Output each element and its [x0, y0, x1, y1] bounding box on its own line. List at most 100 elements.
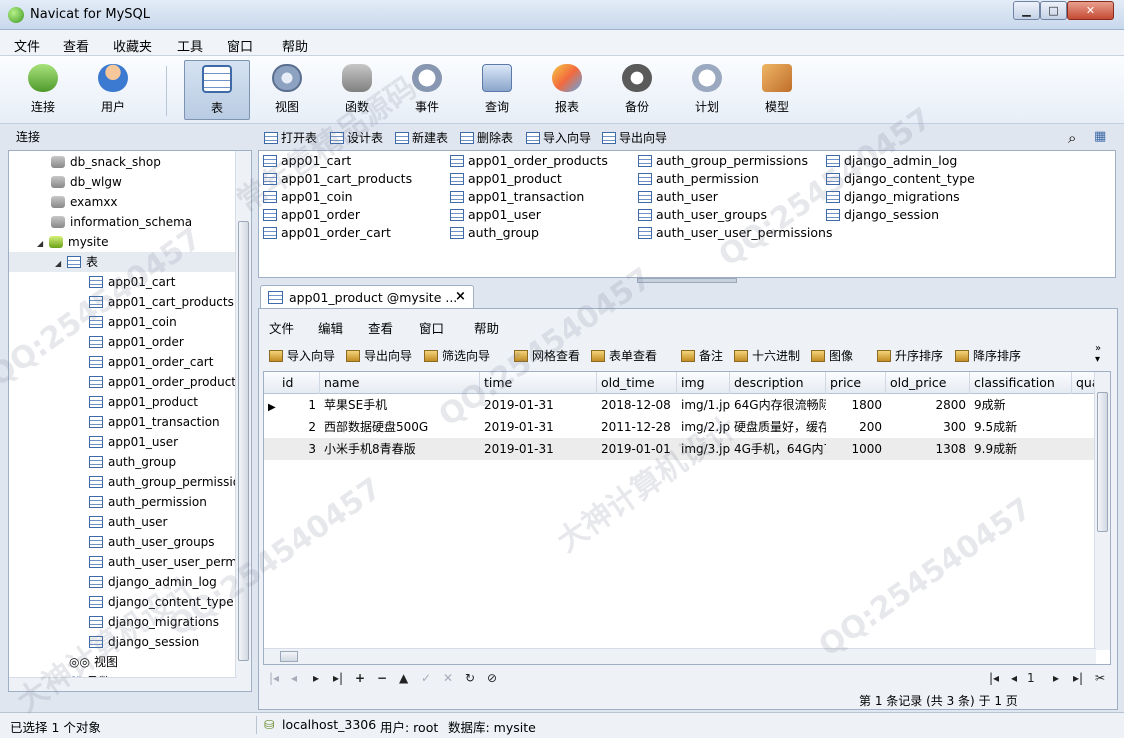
page-number[interactable]: 1	[1027, 671, 1035, 685]
tree-table-item[interactable]: django_migrations	[89, 612, 219, 632]
expanded-arrow-icon[interactable]: ◢	[55, 254, 63, 274]
data-grid[interactable]: id name time old_time img description price old…	[263, 371, 1111, 665]
panel-splitter[interactable]	[637, 278, 737, 283]
menu-help[interactable]: 帮助	[282, 36, 308, 55]
editor-sort-desc-button[interactable]: 降序排序	[955, 347, 1021, 364]
menu-window[interactable]: 窗口	[227, 36, 253, 55]
object-list-item[interactable]: app01_user	[450, 206, 541, 224]
tree-table-item[interactable]: auth_permission	[89, 492, 207, 512]
grid-cell[interactable]: 9成新	[970, 394, 1072, 416]
grid-cell[interactable]: 硬盘质量好，缓存	[730, 416, 826, 438]
editor-hex-button[interactable]: 十六进制	[734, 347, 800, 364]
tree-table-item[interactable]: app01_user	[89, 432, 178, 452]
search-icon[interactable]: ⌕	[1068, 129, 1076, 147]
last-page-icon[interactable]: ▸|	[1073, 671, 1083, 685]
column-header[interactable]: time	[480, 372, 597, 394]
tree-table-item[interactable]: app01_transaction	[89, 412, 220, 432]
grid-cell[interactable]: 1800	[826, 394, 886, 416]
tree-table-item[interactable]: app01_order	[89, 332, 184, 352]
editor-menu-window[interactable]: 窗口	[419, 318, 444, 337]
object-list-item[interactable]: app01_product	[450, 170, 562, 188]
object-list-item[interactable]: django_content_type	[826, 170, 975, 188]
close-window-button[interactable]: ✕	[1067, 1, 1114, 20]
tree-table-item[interactable]: app01_cart	[89, 272, 175, 292]
toolbar-function-button[interactable]: 函数	[324, 60, 390, 120]
tree-db[interactable]: examxx	[51, 192, 118, 212]
toolbar-schedule-button[interactable]: 计划	[674, 60, 740, 120]
grid-horizontal-scrollbar[interactable]	[264, 648, 1096, 664]
grid-cell[interactable]: 2018-12-08	[597, 394, 677, 416]
tree-table-item[interactable]: app01_order_product	[89, 372, 236, 392]
toolbar-report-button[interactable]: 报表	[534, 60, 600, 120]
add-record-icon[interactable]: +	[355, 671, 365, 685]
confirm-icon[interactable]: ✓	[421, 671, 431, 685]
grid-cell[interactable]: 1000	[826, 438, 886, 460]
grid-cell[interactable]: 2	[278, 416, 320, 438]
column-header[interactable]: img	[677, 372, 730, 394]
grid-cell[interactable]: 2019-01-01	[597, 438, 677, 460]
table-row[interactable]: 2 西部数据硬盘500G 2019-01-31 2011-12-28 img/2.jp 硬…	[264, 416, 1096, 438]
new-table-button[interactable]: 新建表	[395, 129, 448, 146]
next-record-icon[interactable]: ▸	[313, 671, 319, 685]
editor-memo-button[interactable]: 备注	[681, 347, 723, 364]
tree-scroll-thumb[interactable]	[238, 221, 249, 661]
view-mode-icon[interactable]: ▦	[1094, 129, 1106, 144]
editor-sort-asc-button[interactable]: 升序排序	[877, 347, 943, 364]
toolbar-event-button[interactable]: 事件	[394, 60, 460, 120]
tree-table-item[interactable]: app01_product	[89, 392, 198, 412]
tree-table-item[interactable]: auth_user_groups	[89, 532, 215, 552]
editor-menu-edit[interactable]: 编辑	[318, 318, 343, 337]
grid-scroll-thumb[interactable]	[1097, 392, 1108, 532]
expanded-arrow-icon[interactable]: ◢	[37, 234, 45, 254]
design-table-button[interactable]: 设计表	[330, 129, 383, 146]
grid-cell[interactable]: img/1.jp	[677, 394, 730, 416]
grid-cell[interactable]: 2019-01-31	[480, 438, 597, 460]
tree-db-mysite[interactable]: ◢ mysite	[37, 232, 108, 252]
menu-view[interactable]: 查看	[63, 36, 89, 55]
stop-icon[interactable]: ⊘	[487, 671, 497, 685]
object-list-item[interactable]: auth_group_permissions	[638, 152, 808, 170]
menu-favorites[interactable]: 收藏夹	[113, 36, 152, 55]
editor-image-button[interactable]: 图像	[811, 347, 853, 364]
toolbar-table-button[interactable]: 表	[184, 60, 250, 120]
menu-tools[interactable]: 工具	[177, 36, 203, 55]
grid-hscroll-thumb[interactable]	[280, 651, 298, 662]
editor-import-button[interactable]: 导入向导	[269, 347, 335, 364]
grid-cell[interactable]: img/3.jp	[677, 438, 730, 460]
column-header[interactable]: classification	[970, 372, 1072, 394]
cancel-icon[interactable]: ✕	[443, 671, 453, 685]
tree-table-item[interactable]: auth_group	[89, 452, 176, 472]
grid-vertical-scrollbar[interactable]	[1094, 372, 1110, 650]
delete-record-icon[interactable]: −	[377, 671, 387, 685]
editor-menu-view[interactable]: 查看	[368, 318, 393, 337]
grid-cell[interactable]: 9.9成新	[970, 438, 1072, 460]
object-list-item[interactable]: app01_order_products	[450, 152, 608, 170]
prev-record-icon[interactable]: ◂	[291, 671, 297, 685]
grid-cell[interactable]: 2019-01-31	[480, 416, 597, 438]
object-list-item[interactable]: auth_user_user_permissions	[638, 224, 832, 242]
column-header[interactable]: price	[826, 372, 886, 394]
apply-icon[interactable]: ▲	[399, 671, 408, 685]
object-list-item[interactable]: app01_cart_products	[263, 170, 412, 188]
object-list-item[interactable]: django_migrations	[826, 188, 960, 206]
object-list-item[interactable]: app01_coin	[263, 188, 353, 206]
grid-cell[interactable]: 64G内存很流畅际	[730, 394, 826, 416]
prev-page-icon[interactable]: ◂	[1011, 671, 1017, 685]
tree-db[interactable]: db_snack_shop	[51, 152, 161, 172]
tree-horizontal-scrollbar[interactable]	[9, 677, 237, 691]
object-list-item[interactable]: django_session	[826, 206, 939, 224]
grid-cell[interactable]: 1	[278, 394, 320, 416]
table-row[interactable]: 1 苹果SE手机 2019-01-31 2018-12-08 img/1.jp 64G内存…	[264, 394, 1096, 416]
table-row[interactable]: 3 小米手机8青春版 2019-01-31 2019-01-01 img/3.jp 4G手…	[264, 438, 1096, 460]
editor-form-view-button[interactable]: 表单查看	[591, 347, 657, 364]
refresh-icon[interactable]: ↻	[465, 671, 475, 685]
column-header[interactable]: old_time	[597, 372, 677, 394]
object-list-item[interactable]: app01_order_cart	[263, 224, 391, 242]
first-page-icon[interactable]: |◂	[989, 671, 999, 685]
grid-cell[interactable]: 3	[278, 438, 320, 460]
tree-table-item[interactable]: auth_group_permissio	[89, 472, 240, 492]
tree-table-item[interactable]: django_session	[89, 632, 199, 652]
grid-cell[interactable]: 2019-01-31	[480, 394, 597, 416]
menu-file[interactable]: 文件	[14, 36, 40, 55]
grid-cell[interactable]: 苹果SE手机	[320, 394, 480, 416]
